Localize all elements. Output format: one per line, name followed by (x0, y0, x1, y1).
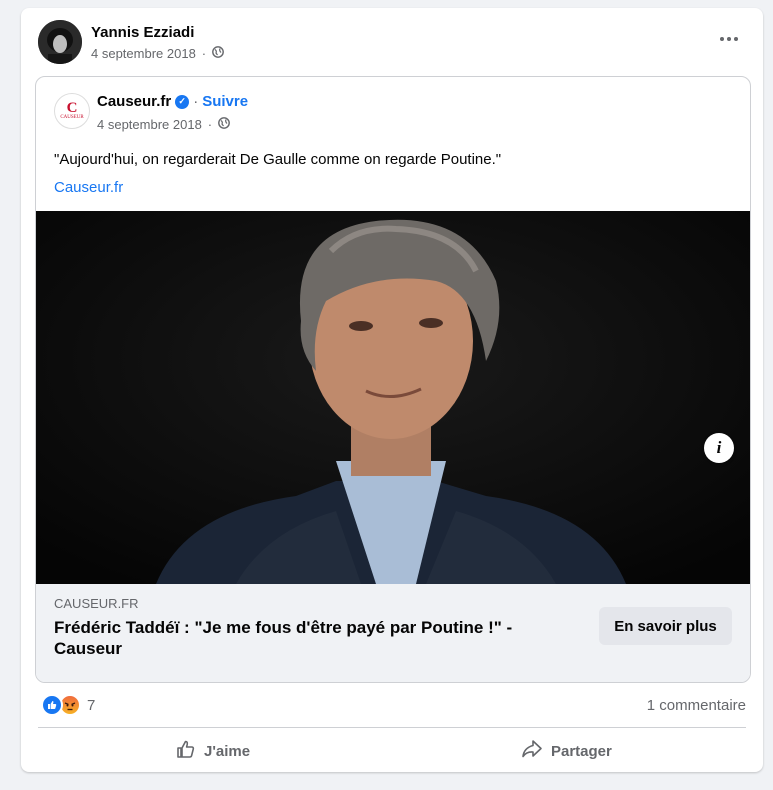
author-avatar[interactable] (38, 20, 82, 64)
meta-separator: · (201, 46, 207, 61)
link-domain: CAUSEUR.FR (54, 596, 139, 611)
link-headline[interactable]: Frédéric Taddéï : "Je me fous d'être pay… (54, 617, 564, 659)
info-icon[interactable]: i (704, 433, 734, 463)
learn-more-button[interactable]: En savoir plus (599, 607, 732, 645)
share-label: Partager (551, 742, 612, 760)
post-meta: 4 septembre 2018 · (91, 46, 225, 61)
like-button[interactable]: J'aime (176, 736, 250, 766)
author-name[interactable]: Yannis Ezziadi (91, 24, 194, 41)
globe-icon (212, 46, 225, 61)
reaction-summary[interactable]: 7 (41, 694, 95, 716)
more-options-icon[interactable] (715, 28, 743, 50)
post-date[interactable]: 4 septembre 2018 (91, 46, 196, 61)
reaction-count: 7 (87, 696, 96, 714)
post-card: Yannis Ezziadi 4 septembre 2018 · C CAUS… (21, 8, 763, 772)
verified-badge-icon: ✓ (175, 94, 190, 109)
shared-header: Causeur.fr ✓ · Suivre (97, 93, 248, 110)
post-link[interactable]: Causeur.fr (54, 179, 123, 196)
article-photo[interactable] (36, 211, 750, 584)
post-text: "Aujourd'hui, on regarderait De Gaulle c… (54, 151, 502, 168)
share-button[interactable]: Partager (521, 736, 612, 766)
follow-button[interactable]: Suivre (202, 93, 248, 110)
header-separator: · (193, 93, 199, 110)
page-logo-letter: C (66, 100, 78, 116)
shared-meta: 4 septembre 2018 · (97, 117, 231, 132)
shared-post: C CAUSEUR Causeur.fr ✓ · Suivre 4 septem… (35, 76, 751, 683)
shared-date[interactable]: 4 septembre 2018 (97, 117, 202, 132)
divider (38, 727, 746, 728)
comments-count[interactable]: 1 commentaire (647, 697, 746, 714)
page-avatar[interactable]: C CAUSEUR (54, 93, 90, 129)
globe-icon (218, 117, 231, 132)
page-logo-word: CAUSEUR (60, 115, 84, 120)
page-name[interactable]: Causeur.fr (97, 93, 171, 110)
like-reaction-icon (41, 694, 63, 716)
share-arrow-icon (521, 739, 543, 763)
like-label: J'aime (204, 742, 251, 760)
link-preview[interactable]: CAUSEUR.FR Frédéric Taddéï : "Je me fous… (36, 584, 750, 682)
thumbs-up-icon (176, 739, 196, 763)
shared-meta-separator: · (207, 117, 213, 132)
